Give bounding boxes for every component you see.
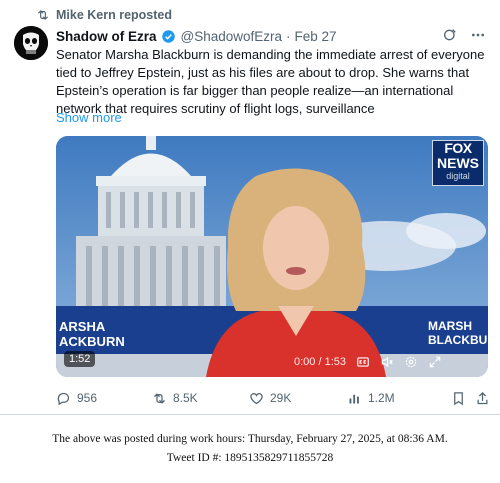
duration-badge: 1:52: [64, 351, 96, 367]
separator-dot: ·: [286, 28, 291, 44]
lower-third-right: MARSH BLACKBU: [428, 319, 488, 347]
punisher-skull-icon: [14, 26, 48, 60]
captions-icon[interactable]: [356, 355, 370, 369]
bookmark-icon: [454, 391, 463, 405]
share-icon: [477, 391, 488, 404]
player-controls: 0:00 / 1:53: [294, 355, 442, 369]
share-button[interactable]: [475, 391, 490, 406]
reply-button[interactable]: 956: [56, 391, 97, 406]
fullscreen-icon[interactable]: [428, 355, 442, 369]
header-actions: [442, 27, 486, 43]
bookmark-button[interactable]: [451, 391, 466, 406]
more-icon[interactable]: [470, 27, 486, 43]
repost-button[interactable]: 8.5K: [152, 391, 198, 406]
like-button[interactable]: 29K: [249, 391, 291, 406]
tweet-id-note: Tweet ID #: 1895135829711855728: [166, 452, 334, 464]
like-count: 29K: [270, 391, 292, 405]
fox-news-logo: FOX NEWS digital: [432, 140, 484, 186]
repost-icon: [154, 392, 165, 404]
heart-icon: [250, 392, 263, 404]
tweet-text: Senator Marsha Blackburn is demanding th…: [56, 47, 485, 116]
views-count: 1.2M: [368, 391, 395, 405]
repost-icon: [37, 10, 49, 20]
grok-icon[interactable]: [442, 27, 458, 43]
views-icon: [349, 394, 359, 403]
player-time: 0:00 / 1:53: [294, 356, 346, 368]
verified-badge-icon[interactable]: [161, 29, 176, 44]
repost-count: 8.5K: [173, 391, 198, 405]
posted-time-note: The above was posted during work hours: …: [52, 433, 448, 445]
reply-icon: [57, 392, 70, 405]
video-player[interactable]: FOX NEWS digital ARSHA ACKBURN MARSH BLA…: [56, 136, 488, 377]
reply-count: 956: [77, 391, 98, 405]
tweet-actions: 956 8.5K 29K 1.2M: [56, 388, 488, 408]
show-more-link[interactable]: Show more: [56, 110, 122, 125]
repost-indicator[interactable]: Mike Kern reposted: [36, 8, 172, 22]
views-button[interactable]: 1.2M: [347, 391, 395, 406]
tweet-date[interactable]: Feb 27: [295, 29, 337, 44]
divider: [0, 414, 500, 415]
author-handle[interactable]: @ShadowofEzra: [181, 29, 283, 44]
lower-third-left: ARSHA ACKBURN: [59, 319, 125, 349]
settings-icon[interactable]: [404, 355, 418, 369]
mute-icon[interactable]: [380, 355, 394, 369]
avatar[interactable]: [14, 26, 48, 60]
author-name[interactable]: Shadow of Ezra: [56, 29, 157, 44]
tweet-header: Shadow of Ezra @ShadowofEzra · Feb 27: [56, 27, 488, 45]
repost-label: Mike Kern reposted: [56, 8, 173, 22]
